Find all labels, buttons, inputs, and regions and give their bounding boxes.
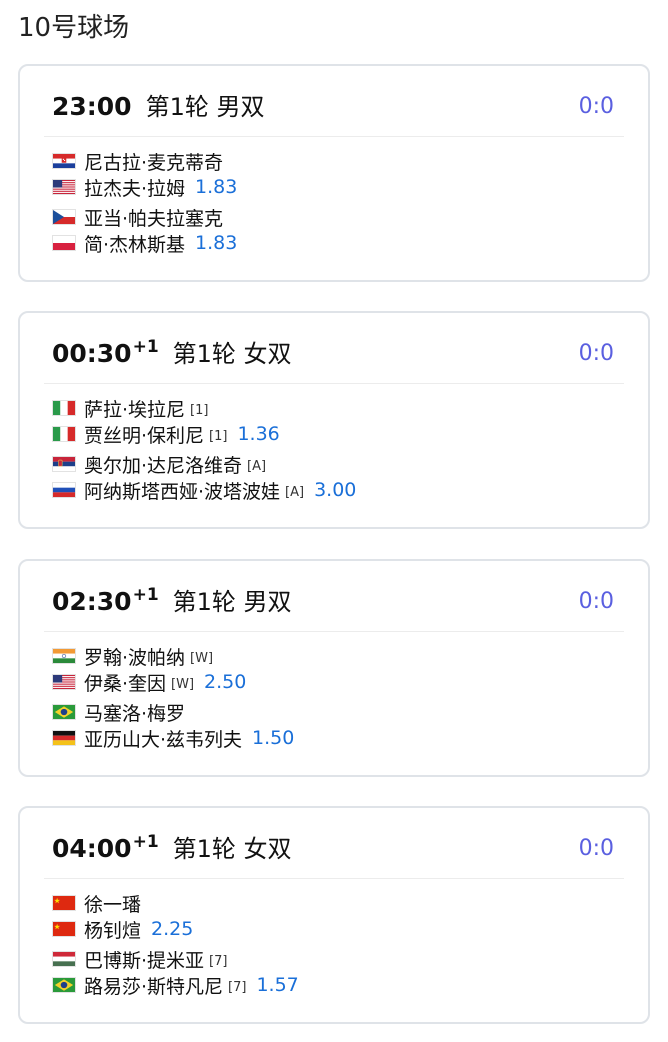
czech-flag-icon	[52, 209, 76, 225]
player-seed: [7]	[228, 979, 247, 995]
player-name: 罗翰·波帕纳	[84, 646, 186, 669]
china-flag-icon	[52, 895, 76, 911]
team-odds[interactable]: 1.36	[237, 423, 279, 445]
player-name: 路易莎·斯特凡尼	[84, 975, 224, 998]
usa-flag-icon	[52, 674, 76, 690]
player-name: 简·杰林斯基	[84, 233, 186, 256]
hungary-flag-icon	[52, 951, 76, 967]
china-flag-icon	[52, 921, 76, 937]
player-row[interactable]: 伊桑·奎因 [W] 2.50	[52, 669, 246, 695]
match-score: 0:0	[578, 836, 614, 861]
player-row[interactable]: 马塞洛·梅罗	[52, 699, 185, 725]
team-odds[interactable]: 1.83	[195, 232, 237, 254]
player-name: 杨钊煊	[84, 919, 142, 942]
match-score: 0:0	[578, 341, 614, 366]
player-name: 萨拉·埃拉尼	[84, 398, 186, 421]
brazil-flag-icon	[52, 977, 76, 993]
match-score: 0:0	[578, 94, 614, 119]
match-time: 23:00 第1轮 男双	[52, 90, 264, 124]
match-time: 04:00+1 第1轮 女双	[52, 832, 292, 866]
player-row[interactable]: 贾丝明·保利尼 [1] 1.36	[52, 421, 280, 447]
player-row[interactable]: 罗翰·波帕纳 [W]	[52, 643, 213, 669]
match-card[interactable]: 00:30+1 第1轮 女双 0:0 萨拉·埃拉尼 [1] 贾丝明·保利尼 [1] 1.…	[18, 311, 650, 529]
day-offset: +1	[132, 337, 159, 357]
player-name: 贾丝明·保利尼	[84, 424, 205, 447]
italy-flag-icon	[52, 400, 76, 416]
italy-flag-icon	[52, 426, 76, 442]
match-time-value: 23:00	[52, 92, 132, 121]
match-header: 04:00+1 第1轮 女双 0:0	[44, 808, 624, 879]
match-header: 23:00 第1轮 男双 0:0	[44, 66, 624, 137]
day-offset: +1	[132, 832, 159, 852]
player-seed: [1]	[190, 402, 209, 418]
player-seed: [7]	[209, 953, 228, 969]
team-odds[interactable]: 1.83	[195, 176, 237, 198]
player-seed: [1]	[209, 428, 228, 444]
match-card[interactable]: 02:30+1 第1轮 男双 0:0 罗翰·波帕纳 [W] 伊桑·奎因 [W] 2.50…	[18, 559, 650, 777]
match-header: 02:30+1 第1轮 男双 0:0	[44, 561, 624, 632]
team-odds[interactable]: 2.50	[204, 671, 246, 693]
player-row[interactable]: 阿纳斯塔西娅·波塔波娃 [A] 3.00	[52, 477, 356, 503]
player-seed: [W]	[190, 650, 214, 666]
player-name: 徐一璠	[84, 893, 142, 916]
player-row[interactable]: 拉杰夫·拉姆 1.83	[52, 174, 237, 200]
player-name: 亚当·帕夫拉塞克	[84, 207, 224, 230]
day-offset: +1	[132, 585, 159, 605]
match-score: 0:0	[578, 589, 614, 614]
match-round: 第1轮 男双	[145, 93, 265, 121]
match-time: 00:30+1 第1轮 女双	[52, 337, 292, 371]
player-name: 马塞洛·梅罗	[84, 702, 186, 725]
team-odds[interactable]: 2.25	[151, 918, 193, 940]
team-odds[interactable]: 1.57	[256, 974, 298, 996]
match-time-value: 02:30	[52, 587, 132, 616]
match-time: 02:30+1 第1轮 男双	[52, 585, 292, 619]
serbia-flag-icon	[52, 456, 76, 472]
russia-flag-icon	[52, 482, 76, 498]
india-flag-icon	[52, 648, 76, 664]
player-name: 伊桑·奎因	[84, 672, 167, 695]
player-row[interactable]: 巴博斯·提米亚 [7]	[52, 946, 227, 972]
match-time-value: 04:00	[52, 834, 132, 863]
player-name: 尼古拉·麦克蒂奇	[84, 151, 224, 174]
match-card[interactable]: 04:00+1 第1轮 女双 0:0 徐一璠 杨钊煊 2.25 巴博斯·提米亚 [7]…	[18, 806, 650, 1024]
player-row[interactable]: 尼古拉·麦克蒂奇	[52, 148, 223, 174]
poland-flag-icon	[52, 235, 76, 251]
player-row[interactable]: 徐一璠	[52, 890, 141, 916]
match-header: 00:30+1 第1轮 女双 0:0	[44, 313, 624, 384]
player-name: 亚历山大·兹韦列夫	[84, 728, 243, 751]
player-row[interactable]: 简·杰林斯基 1.83	[52, 230, 237, 256]
player-row[interactable]: 亚历山大·兹韦列夫 1.50	[52, 725, 294, 751]
team-odds[interactable]: 1.50	[252, 727, 294, 749]
match-round: 第1轮 男双	[172, 588, 292, 616]
match-round: 第1轮 女双	[172, 835, 292, 863]
player-seed: [A]	[247, 458, 267, 474]
croatia-flag-icon	[52, 153, 76, 169]
team-odds[interactable]: 3.00	[314, 479, 356, 501]
match-time-value: 00:30	[52, 339, 132, 368]
germany-flag-icon	[52, 730, 76, 746]
match-card[interactable]: 23:00 第1轮 男双 0:0 尼古拉·麦克蒂奇 拉杰夫·拉姆 1.83 亚当·帕…	[18, 64, 650, 282]
player-seed: [W]	[171, 676, 195, 692]
usa-flag-icon	[52, 179, 76, 195]
match-round: 第1轮 女双	[172, 340, 292, 368]
player-name: 拉杰夫·拉姆	[84, 177, 186, 200]
player-name: 奥尔加·达尼洛维奇	[84, 454, 243, 477]
brazil-flag-icon	[52, 704, 76, 720]
player-row[interactable]: 奥尔加·达尼洛维奇 [A]	[52, 451, 266, 477]
player-row[interactable]: 路易莎·斯特凡尼 [7] 1.57	[52, 972, 299, 998]
player-row[interactable]: 亚当·帕夫拉塞克	[52, 204, 223, 230]
player-name: 阿纳斯塔西娅·波塔波娃	[84, 480, 281, 503]
player-seed: [A]	[285, 484, 305, 500]
player-name: 巴博斯·提米亚	[84, 949, 205, 972]
player-row[interactable]: 萨拉·埃拉尼 [1]	[52, 395, 208, 421]
page-title: 10号球场	[18, 13, 130, 43]
player-row[interactable]: 杨钊煊 2.25	[52, 916, 193, 942]
